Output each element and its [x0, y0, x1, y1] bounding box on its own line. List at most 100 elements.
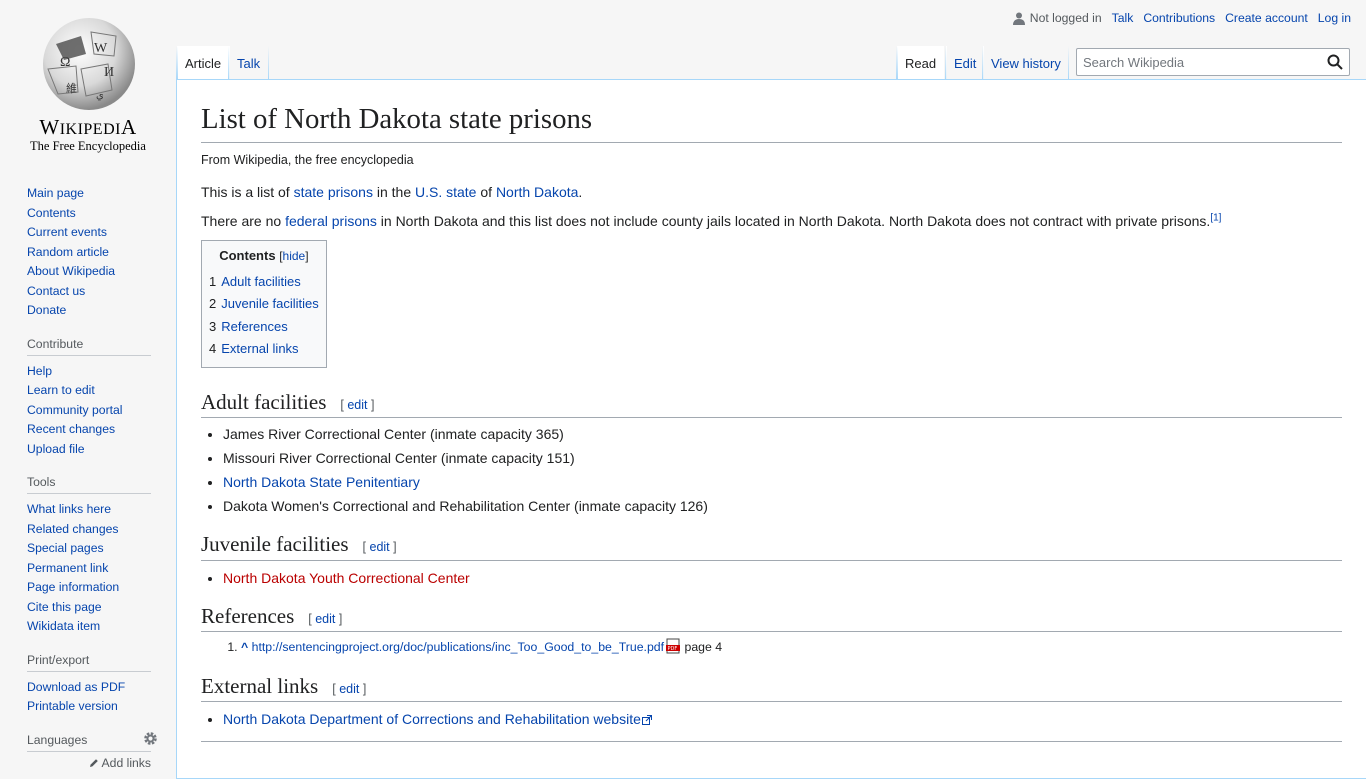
sidebar-item-what-links-here[interactable]: What links here: [27, 502, 111, 516]
pdf-icon: PDF: [666, 638, 681, 654]
edit-section-external-link[interactable]: edit: [339, 682, 359, 696]
add-links-link[interactable]: Add links: [89, 756, 151, 770]
list-item: North Dakota Youth Correctional Center: [223, 566, 1342, 590]
search-icon: [1327, 54, 1343, 70]
sidebar-navigation: Main page Contents Current events Random…: [27, 180, 151, 321]
toc-hide-toggle[interactable]: hide: [283, 249, 306, 263]
tab-separator: [268, 46, 269, 80]
toc-item[interactable]: 2 Juvenile facilities: [209, 293, 319, 316]
wikipedia-wordmark: WIKIPEDIA: [39, 115, 137, 139]
link-nd-doc-website[interactable]: North Dakota Department of Corrections a…: [223, 711, 652, 727]
sidebar-item-help[interactable]: Help: [27, 364, 52, 378]
link-north-dakota[interactable]: North Dakota: [496, 184, 578, 200]
tab-read[interactable]: Read: [897, 46, 945, 80]
sidebar-item-permanent-link[interactable]: Permanent link: [27, 561, 108, 575]
list-item: James River Correctional Center (inmate …: [223, 422, 1342, 446]
tab-article[interactable]: Article: [177, 46, 230, 80]
sidebar-item-contact-us[interactable]: Contact us: [27, 284, 85, 298]
site-subtitle: From Wikipedia, the free encyclopedia: [201, 152, 414, 167]
personal-tools: Not logged in Talk Contributions Create …: [1012, 11, 1351, 25]
reference-item: ^ http://sentencingproject.org/doc/publi…: [241, 636, 1342, 658]
svg-text:W: W: [94, 41, 108, 56]
search-box: [1076, 48, 1350, 76]
sidebar-item-cite-this-page[interactable]: Cite this page: [27, 600, 102, 614]
sidebar: Main page Contents Current events Random…: [0, 180, 176, 770]
list-item: North Dakota Department of Corrections a…: [223, 707, 1342, 731]
adult-facilities-list: James River Correctional Center (inmate …: [201, 422, 1342, 518]
sidebar-item-donate[interactable]: Donate: [27, 303, 66, 317]
create-account-link[interactable]: Create account: [1225, 11, 1308, 25]
reference-1-link[interactable]: [1]: [1210, 212, 1221, 223]
sidebar-item-recent-changes[interactable]: Recent changes: [27, 422, 115, 436]
tab-edit[interactable]: Edit: [946, 46, 985, 80]
search-input[interactable]: [1077, 49, 1317, 75]
sidebar-item-random-article[interactable]: Random article: [27, 245, 109, 259]
link-us-state[interactable]: U.S. state: [415, 184, 476, 200]
list-item: Dakota Women's Correctional and Rehabili…: [223, 494, 1342, 518]
list-item: Missouri River Correctional Center (inma…: [223, 446, 1342, 470]
log-in-link[interactable]: Log in: [1318, 11, 1351, 25]
link-nd-state-penitentiary[interactable]: North Dakota State Penitentiary: [223, 474, 420, 490]
juvenile-facilities-list: North Dakota Youth Correctional Center: [201, 566, 1342, 590]
toc-title: Contents [hide]: [219, 247, 309, 263]
sidebar-item-special-pages[interactable]: Special pages: [27, 541, 104, 555]
section-heading-external-links: External links[ edit ]: [201, 673, 1342, 703]
search-button[interactable]: [1327, 54, 1343, 70]
sidebar-item-printable-version[interactable]: Printable version: [27, 699, 118, 713]
reference-url-link[interactable]: http://sentencingproject.org/doc/publica…: [252, 640, 664, 654]
sidebar-item-about-wikipedia[interactable]: About Wikipedia: [27, 264, 115, 278]
external-links-list: North Dakota Department of Corrections a…: [201, 707, 1342, 731]
main-content: List of North Dakota state prisons From …: [176, 79, 1366, 779]
second-paragraph: There are no federal prisons in North Da…: [201, 212, 1222, 229]
sidebar-heading-contribute: Contribute: [27, 337, 151, 356]
sidebar-item-download-pdf[interactable]: Download as PDF: [27, 680, 125, 694]
talk-link[interactable]: Talk: [1112, 11, 1134, 25]
table-of-contents: Contents [hide] 1 Adult facilities 2 Juven…: [201, 239, 327, 368]
tab-talk[interactable]: Talk: [229, 46, 269, 80]
tab-view-history[interactable]: View history: [983, 46, 1069, 80]
not-logged-in: Not logged in: [1012, 11, 1102, 25]
link-nd-youth-correctional-center[interactable]: North Dakota Youth Correctional Center: [223, 570, 470, 586]
sidebar-item-main-page[interactable]: Main page: [27, 186, 84, 200]
sidebar-item-contents[interactable]: Contents: [27, 206, 76, 220]
sidebar-item-current-events[interactable]: Current events: [27, 225, 107, 239]
pencil-icon: [89, 758, 98, 767]
user-icon: [1012, 12, 1025, 25]
navbox-top-edge: [201, 741, 1342, 743]
add-links-row: Add links: [27, 756, 151, 770]
gear-icon[interactable]: [143, 731, 158, 746]
section-heading-adult-facilities: Adult facilities[ edit ]: [201, 389, 1342, 419]
reference-backlink[interactable]: ^: [241, 640, 248, 654]
toc-item[interactable]: 1 Adult facilities: [209, 271, 319, 294]
sidebar-contribute: Contribute Help Learn to edit Community …: [27, 337, 151, 460]
toc-item[interactable]: 4 External links: [209, 338, 319, 361]
contributions-link[interactable]: Contributions: [1143, 11, 1215, 25]
svg-text:PDF: PDF: [668, 646, 678, 652]
sidebar-item-learn-to-edit[interactable]: Learn to edit: [27, 383, 95, 397]
sidebar-item-page-information[interactable]: Page information: [27, 580, 119, 594]
sidebar-heading-languages: Languages: [27, 733, 151, 752]
sidebar-tools: Tools What links here Related changes Sp…: [27, 475, 151, 637]
svg-text:И: И: [104, 65, 114, 80]
wikipedia-tagline: The Free Encyclopedia: [30, 139, 146, 153]
svg-text:維: 維: [66, 82, 77, 95]
wikipedia-logo[interactable]: W Ω И 維 ي WIKIPEDIA The Free Encyclopedi…: [0, 0, 176, 160]
list-item: North Dakota State Penitentiary: [223, 470, 1342, 494]
toc-item[interactable]: 3 References: [209, 316, 319, 339]
link-state-prisons[interactable]: state prisons: [294, 184, 373, 200]
sidebar-item-related-changes[interactable]: Related changes: [27, 522, 118, 536]
sidebar-item-wikidata-item[interactable]: Wikidata item: [27, 619, 100, 633]
section-heading-juvenile-facilities: Juvenile facilities[ edit ]: [201, 531, 1342, 561]
sidebar-heading-print-export: Print/export: [27, 653, 151, 672]
references-list: ^ http://sentencingproject.org/doc/publi…: [201, 636, 1342, 658]
external-link-icon: [641, 715, 652, 726]
sidebar-item-upload-file[interactable]: Upload file: [27, 442, 85, 456]
page-title: List of North Dakota state prisons: [201, 80, 1342, 143]
section-heading-references: References[ edit ]: [201, 603, 1342, 632]
edit-section-adult-link[interactable]: edit: [347, 398, 367, 412]
link-federal-prisons[interactable]: federal prisons: [285, 213, 377, 229]
sidebar-heading-tools: Tools: [27, 475, 151, 494]
edit-section-references-link[interactable]: edit: [315, 612, 335, 626]
edit-section-juvenile-link[interactable]: edit: [370, 540, 390, 554]
sidebar-item-community-portal[interactable]: Community portal: [27, 403, 123, 417]
